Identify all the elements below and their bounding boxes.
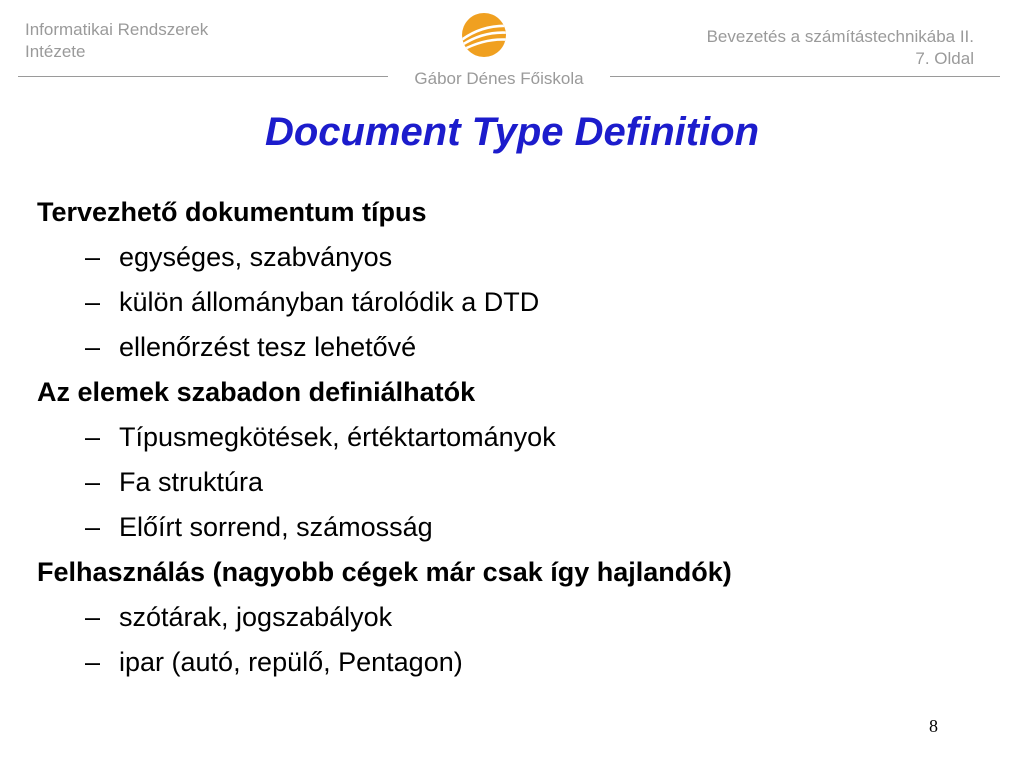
slide-content: Tervezhető dokumentum típus – egységes, s… [37,190,997,685]
bullet-text: Típusmegkötések, értéktartományok [119,422,556,452]
slide: Informatikai Rendszerek Intézete Bevezet… [0,0,1024,768]
bullet-item: – ipar (autó, repülő, Pentagon) [37,640,997,685]
bullet-text: szótárak, jogszabályok [119,602,393,632]
slide-title: Document Type Definition [264,110,760,154]
bullet-text: ipar (autó, repülő, Pentagon) [119,647,463,677]
bullet-item: – szótárak, jogszabályok [37,595,997,640]
header-divider-left [18,76,388,77]
section-heading: Az elemek szabadon definiálhatók [37,377,476,407]
bullet-text: Előírt sorrend, számosság [119,512,433,542]
section-heading: Felhasználás (nagyobb cégek már csak így… [37,557,732,587]
bullet-text: egységes, szabványos [119,242,393,272]
header-divider-right [610,76,1000,77]
bullet-dash: – [85,287,101,317]
bullet-dash: – [85,332,101,362]
bullet-dash: – [85,242,101,272]
header-institute-line2: Intézete [25,42,86,61]
bullet-dash: – [85,512,101,542]
gdf-logo-icon [461,12,507,58]
bullet-dash: – [85,422,101,452]
section-heading: Tervezhető dokumentum típus [37,197,427,227]
bullet-item: – külön állományban tárolódik a DTD [37,280,997,325]
header-institute-line1: Informatikai Rendszerek [25,20,209,39]
bullet-item: – ellenőrzést tesz lehetővé [37,325,997,370]
bullet-text: külön állományban tárolódik a DTD [119,287,540,317]
header-institute: Informatikai Rendszerek Intézete [25,19,208,63]
header-school: Gábor Dénes Főiskola [414,69,584,88]
bullet-item: – egységes, szabványos [37,235,997,280]
bullet-dash: – [85,602,101,632]
bullet-text: Fa struktúra [119,467,264,497]
header-course-title: Bevezetés a számítástechnikába II. [706,27,974,46]
bullet-item: – Előírt sorrend, számosság [37,505,997,550]
bullet-dash: – [85,467,101,497]
bullet-item: – Típusmegkötések, értéktartományok [37,415,997,460]
header-course: Bevezetés a számítástechnikába II. 7. Ol… [574,26,974,70]
header-page-label: 7. Oldal [915,49,974,68]
page-number: 8 [929,716,938,736]
bullet-dash: – [85,647,101,677]
bullet-text: ellenőrzést tesz lehetővé [119,332,417,362]
bullet-item: – Fa struktúra [37,460,997,505]
